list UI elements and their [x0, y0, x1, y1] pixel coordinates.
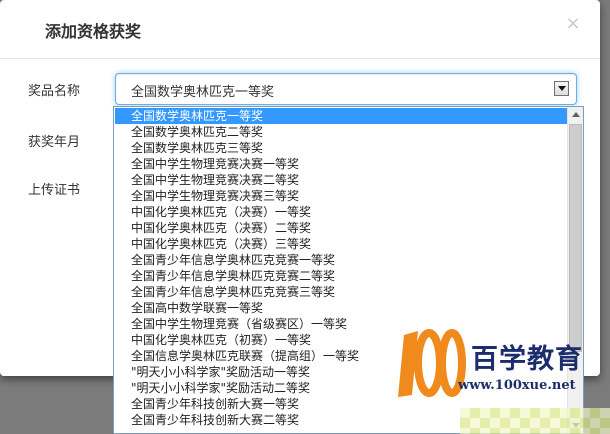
award-option[interactable]: 全国中学生物理竞赛决赛一等奖: [115, 156, 568, 172]
award-option[interactable]: 全国中学生物理竞赛决赛三等奖: [115, 188, 568, 204]
certificate-upload-label: 上传证书: [28, 183, 81, 198]
award-option[interactable]: 全国数学奥林匹克三等奖: [115, 140, 568, 156]
award-option[interactable]: 中国化学奥林匹克（决赛）二等奖: [115, 220, 568, 236]
close-icon[interactable]: ×: [564, 14, 582, 34]
award-option[interactable]: 全国数学奥林匹克一等奖: [115, 108, 568, 124]
watermark-logo: 百学教育 www.100xue.net: [396, 323, 582, 403]
award-option[interactable]: 全国高中数学联赛一等奖: [115, 300, 568, 316]
dialog-header: 添加资格获奖 ×: [0, 0, 600, 59]
award-option[interactable]: 中国化学奥林匹克（决赛）三等奖: [115, 236, 568, 252]
award-option[interactable]: 全国青少年信息学奥林匹克竞赛二等奖: [115, 268, 568, 284]
dropdown-arrow-icon[interactable]: [554, 81, 569, 96]
corner-pattern: [460, 408, 610, 434]
watermark-100-graphic: [398, 329, 466, 397]
scroll-up-icon[interactable]: [568, 107, 583, 123]
award-option[interactable]: 全国青少年信息学奥林匹克竞赛三等奖: [115, 284, 568, 300]
dialog-title: 添加资格获奖: [45, 22, 142, 41]
award-name-select[interactable]: 全国数学奥林匹克一等奖: [115, 73, 577, 105]
select-current-value: 全国数学奥林匹克一等奖: [131, 85, 275, 100]
award-name-label: 奖品名称: [28, 84, 81, 99]
watermark-brand: 百学教育: [471, 344, 583, 375]
award-option[interactable]: 中国化学奥林匹克（决赛）一等奖: [115, 204, 568, 220]
award-option[interactable]: 全国青少年信息学奥林匹克竞赛一等奖: [115, 252, 568, 268]
award-option[interactable]: 全国数学奥林匹克二等奖: [115, 124, 568, 140]
watermark-url: www.100xue.net: [458, 378, 576, 393]
award-option[interactable]: 全国中学生物理竞赛决赛二等奖: [115, 172, 568, 188]
award-date-label: 获奖年月: [28, 135, 81, 150]
scroll-thumb[interactable]: [569, 124, 582, 352]
